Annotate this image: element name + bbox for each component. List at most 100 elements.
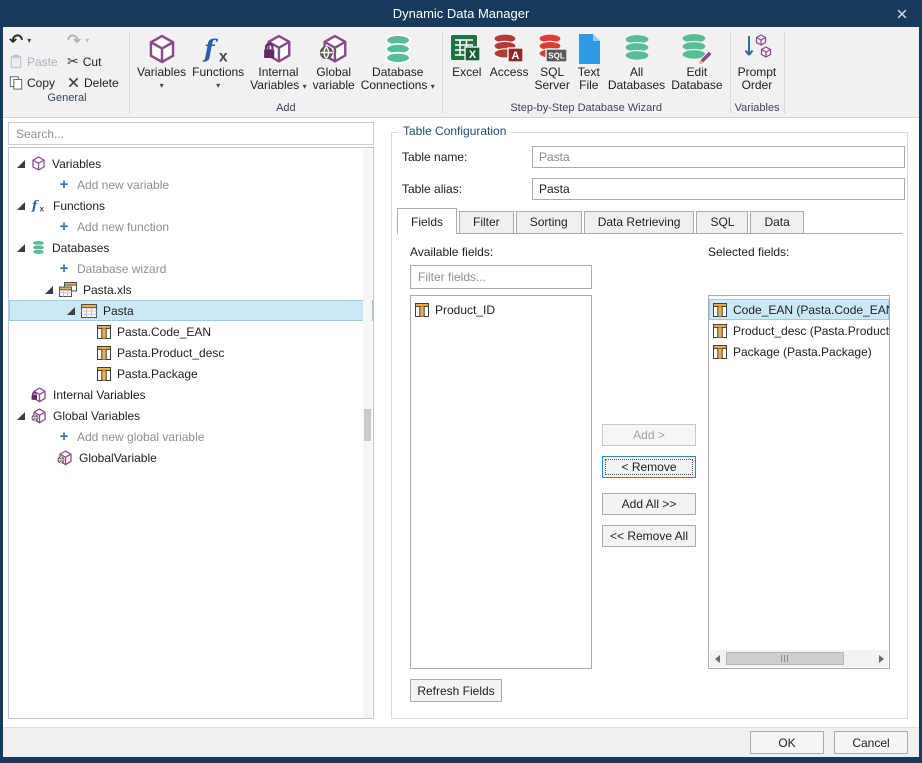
- search-input[interactable]: [8, 122, 374, 145]
- sql-server-button[interactable]: SQL Server: [531, 29, 572, 92]
- available-fields-list[interactable]: Product_ID: [410, 295, 592, 669]
- ribbon-group-add: Variables ▾ Functions ▾ Internal Variabl…: [130, 29, 442, 117]
- remove-button[interactable]: < Remove: [602, 456, 696, 478]
- tree-item-global-variables[interactable]: Global Variables: [9, 405, 373, 426]
- tab-data[interactable]: Data: [750, 211, 803, 233]
- scrollbar-thumb[interactable]: [364, 409, 371, 441]
- ok-button[interactable]: OK: [750, 731, 824, 754]
- database-connections-label-line2: Connections: [361, 78, 428, 92]
- expander-spacer: [43, 454, 51, 462]
- field-icon: [713, 345, 727, 359]
- list-item-package[interactable]: Package (Pasta.Package): [709, 341, 889, 362]
- tree-item-add-new-variable[interactable]: + Add new variable: [9, 174, 373, 195]
- list-item-label: Code_EAN (Pasta.Code_EAN): [733, 303, 889, 317]
- database-connections-button[interactable]: Database Connections ▾: [358, 29, 438, 93]
- variables-cube-icon: [147, 34, 177, 64]
- list-item-code-ean[interactable]: Code_EAN (Pasta.Code_EAN): [709, 299, 889, 320]
- edit-database-button[interactable]: Edit Database: [668, 29, 725, 92]
- horizontal-scrollbar[interactable]: [710, 650, 888, 667]
- table-name-input[interactable]: [532, 146, 905, 168]
- tree-item-variables[interactable]: Variables: [9, 153, 373, 174]
- refresh-fields-button[interactable]: Refresh Fields: [410, 679, 502, 702]
- tree-item-add-new-global-variable[interactable]: + Add new global variable: [9, 426, 373, 447]
- ribbon-group-general: ↶ ▾ ↷ ▾ Paste ✂ Cut Copy: [5, 29, 129, 117]
- field-icon: [713, 324, 727, 338]
- expander-icon[interactable]: [17, 202, 25, 210]
- delete-label: Delete: [84, 76, 119, 90]
- tree-vertical-scrollbar[interactable]: [363, 149, 372, 719]
- functions-button[interactable]: Functions ▾: [189, 29, 247, 92]
- tree-item-globalvariable[interactable]: GlobalVariable: [9, 447, 373, 468]
- excel-label: Excel: [452, 66, 481, 79]
- list-item-product-desc[interactable]: Product_desc (Pasta.Product_desc): [709, 320, 889, 341]
- expander-icon[interactable]: [17, 160, 25, 168]
- access-icon: [492, 33, 526, 65]
- table-icon: [81, 304, 97, 318]
- tab-strip: Fields Filter Sorting Data Retrieving SQ…: [397, 209, 902, 234]
- delete-icon: [67, 76, 80, 89]
- remove-all-button[interactable]: << Remove All: [602, 525, 696, 547]
- scroll-left-arrow[interactable]: [710, 650, 724, 667]
- cancel-button[interactable]: Cancel: [834, 731, 908, 754]
- add-all-button[interactable]: Add All >>: [602, 493, 696, 515]
- all-databases-button[interactable]: All Databases: [605, 29, 668, 92]
- tree-item-pasta-code-ean[interactable]: Pasta.Code_EAN: [9, 321, 373, 342]
- delete-button[interactable]: Delete: [67, 74, 129, 91]
- tree-item-add-new-function[interactable]: + Add new function: [9, 216, 373, 237]
- dynamic-data-manager-window: Dynamic Data Manager ↶ ▾ ↷ ▾ Paste: [0, 0, 922, 763]
- add-button: Add >: [602, 424, 696, 446]
- redo-button: ↷ ▾: [67, 32, 129, 49]
- tree-item-label: Pasta: [103, 304, 134, 318]
- list-item-product-id[interactable]: Product_ID: [411, 299, 591, 320]
- tree-item-functions[interactable]: Functions: [9, 195, 373, 216]
- close-button[interactable]: [892, 5, 912, 23]
- variable-cube-icon: [31, 156, 46, 171]
- ribbon-group-label-wizard: Step-by-Step Database Wizard: [447, 101, 726, 117]
- tree-item-pasta-package[interactable]: Pasta.Package: [9, 363, 373, 384]
- scroll-right-arrow[interactable]: [874, 650, 888, 667]
- edit-database-icon: [680, 33, 714, 65]
- filter-fields-input[interactable]: [410, 265, 592, 289]
- expander-icon[interactable]: [17, 412, 25, 420]
- tree-item-label: Database wizard: [77, 262, 166, 276]
- field-icon: [97, 325, 111, 339]
- title-bar: Dynamic Data Manager: [0, 0, 922, 27]
- globe-cube-icon: [57, 450, 73, 466]
- tree-item-databases[interactable]: Databases: [9, 237, 373, 258]
- variables-button[interactable]: Variables ▾: [134, 29, 189, 92]
- right-arrow-icon: [879, 655, 884, 663]
- selected-fields-list[interactable]: Code_EAN (Pasta.Code_EAN) Product_desc (…: [708, 295, 890, 669]
- copy-button[interactable]: Copy: [9, 74, 67, 91]
- field-icon: [97, 367, 111, 381]
- expander-spacer: [43, 433, 51, 441]
- tab-data-retrieving[interactable]: Data Retrieving: [584, 211, 695, 233]
- access-button[interactable]: Access: [487, 29, 532, 79]
- tree-item-pasta-xls[interactable]: Pasta.xls: [9, 279, 373, 300]
- scrollbar-thumb[interactable]: [726, 652, 844, 665]
- tab-filter[interactable]: Filter: [459, 211, 514, 233]
- tab-sql[interactable]: SQL: [696, 211, 748, 233]
- cut-button[interactable]: ✂ Cut: [67, 53, 129, 70]
- undo-button[interactable]: ↶ ▾: [9, 32, 67, 49]
- cut-icon: ✂: [67, 53, 79, 70]
- prompt-order-icon: [741, 33, 773, 65]
- global-variable-globe-cube-icon: [319, 34, 349, 64]
- tree-item-pasta-selected[interactable]: Pasta: [9, 300, 373, 321]
- tab-fields[interactable]: Fields: [397, 208, 457, 234]
- database-connections-dropdown-icon: ▾: [431, 82, 435, 91]
- text-file-button[interactable]: Text File: [573, 29, 605, 92]
- tab-sorting[interactable]: Sorting: [516, 211, 582, 233]
- excel-button[interactable]: Excel: [447, 29, 487, 79]
- tree-item-database-wizard[interactable]: + Database wizard: [9, 258, 373, 279]
- expander-icon[interactable]: [67, 307, 75, 315]
- table-alias-input[interactable]: [532, 178, 905, 200]
- expander-icon[interactable]: [45, 286, 53, 294]
- internal-variables-button[interactable]: Internal Variables ▾: [247, 29, 310, 93]
- global-variable-button[interactable]: Global variable: [310, 29, 358, 92]
- expander-icon[interactable]: [17, 244, 25, 252]
- database-icon: [31, 240, 46, 255]
- tree-item-internal-variables[interactable]: Internal Variables: [9, 384, 373, 405]
- tree-item-pasta-product-desc[interactable]: Pasta.Product_desc: [9, 342, 373, 363]
- left-arrow-icon: [715, 655, 720, 663]
- prompt-order-button[interactable]: Prompt Order: [735, 29, 780, 92]
